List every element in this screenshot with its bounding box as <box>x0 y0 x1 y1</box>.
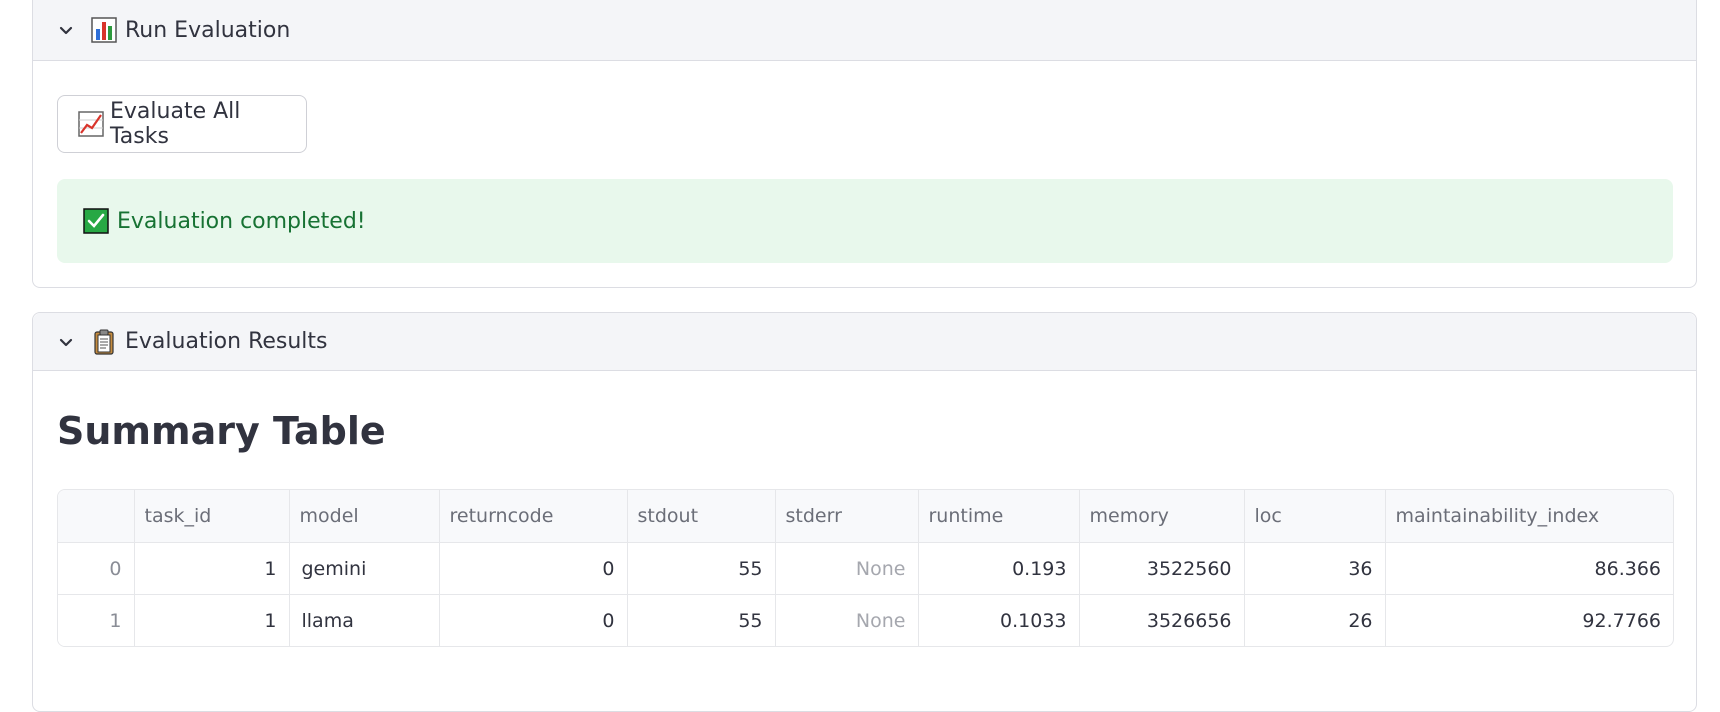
table-cell[interactable]: 86.366 <box>1385 542 1673 595</box>
table-cell[interactable]: 3526656 <box>1079 594 1245 646</box>
success-message: Evaluation completed! <box>117 208 366 234</box>
success-alert: Evaluation completed! <box>57 179 1673 263</box>
table-cell[interactable]: 3522560 <box>1079 542 1245 595</box>
table-header-row: task_id model returncode stdout stderr r… <box>58 490 1673 543</box>
bar-chart-icon <box>91 17 117 43</box>
clipboard-icon <box>91 329 117 355</box>
evaluation-results-header[interactable]: Evaluation Results <box>33 313 1696 371</box>
evaluate-all-tasks-button[interactable]: Evaluate All Tasks <box>57 95 307 153</box>
chevron-down-icon <box>55 331 77 353</box>
check-mark-button-icon <box>83 208 109 234</box>
table-cell[interactable]: 0.193 <box>918 542 1080 595</box>
column-header[interactable]: loc <box>1244 490 1386 543</box>
evaluation-results-expander: Evaluation Results Summary Table task_id… <box>32 312 1697 712</box>
summary-table[interactable]: task_id model returncode stdout stderr r… <box>57 489 1674 647</box>
evaluation-results-title: Evaluation Results <box>125 329 328 354</box>
table-row: 1 1 llama 0 55 None 0.1033 3526656 26 92… <box>58 594 1673 647</box>
table-cell[interactable]: 92.7766 <box>1385 595 1673 647</box>
column-header[interactable]: stderr <box>775 490 919 543</box>
table-cell[interactable]: 0 <box>439 542 628 595</box>
table-cell[interactable]: 1 <box>134 594 290 646</box>
column-header[interactable]: returncode <box>439 490 628 543</box>
table-cell[interactable]: None <box>775 542 919 595</box>
column-header[interactable]: maintainability_index <box>1385 490 1673 543</box>
table-cell[interactable]: llama <box>289 594 440 646</box>
row-index[interactable]: 1 <box>58 594 135 646</box>
chevron-down-icon <box>55 19 77 41</box>
table-cell[interactable]: 0.1033 <box>918 594 1080 646</box>
summary-table-heading: Summary Table <box>57 409 386 453</box>
run-evaluation-header[interactable]: Run Evaluation <box>33 0 1696 61</box>
table-cell[interactable]: 55 <box>627 542 776 595</box>
run-evaluation-expander: Run Evaluation Evaluate All Tasks Evalua… <box>32 0 1697 288</box>
row-index[interactable]: 0 <box>58 542 135 595</box>
run-evaluation-title: Run Evaluation <box>125 17 291 43</box>
table-row: 0 1 gemini 0 55 None 0.193 3522560 36 86… <box>58 542 1673 595</box>
column-header[interactable]: runtime <box>918 490 1080 543</box>
table-cell[interactable]: None <box>775 594 919 646</box>
column-header[interactable] <box>58 490 135 543</box>
table-cell[interactable]: 36 <box>1244 542 1386 595</box>
table-cell[interactable]: 0 <box>439 594 628 646</box>
column-header[interactable]: model <box>289 490 440 543</box>
table-cell[interactable]: 55 <box>627 594 776 646</box>
column-header[interactable]: task_id <box>134 490 290 543</box>
column-header[interactable]: stdout <box>627 490 776 543</box>
table-cell[interactable]: 1 <box>134 542 290 595</box>
table-cell[interactable]: gemini <box>289 542 440 595</box>
table-cell[interactable]: 26 <box>1244 594 1386 646</box>
chart-increasing-icon <box>78 111 104 137</box>
evaluate-all-tasks-label: Evaluate All Tasks <box>110 99 241 149</box>
column-header[interactable]: memory <box>1079 490 1245 543</box>
